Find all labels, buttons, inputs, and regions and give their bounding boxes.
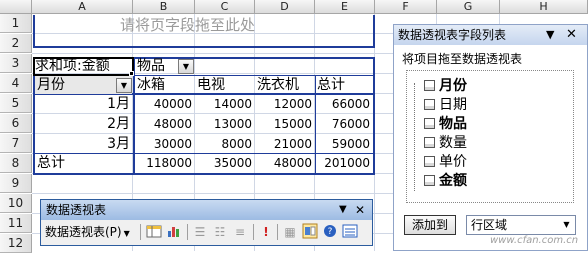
area-select-value: 行区域: [471, 218, 508, 232]
column-item-total: 总计: [317, 77, 345, 93]
row-header-10[interactable]: 10: [0, 194, 32, 213]
field-danjia[interactable]: 单价: [424, 153, 467, 171]
column-header-h[interactable]: H: [500, 0, 588, 14]
field-label: 数量: [439, 135, 467, 151]
field-checkbox-icon[interactable]: [424, 175, 435, 186]
show-field-list-icon[interactable]: [301, 223, 319, 241]
field-yuefen[interactable]: 月份: [424, 77, 467, 95]
column-item-bingxiang: 冰箱: [137, 77, 165, 93]
value-cell: 8000: [221, 137, 252, 151]
row-header-8[interactable]: 8: [0, 154, 32, 173]
row-header-4[interactable]: 4: [0, 74, 32, 93]
value-cell: 21000: [273, 137, 312, 151]
row-item-2: 2月: [107, 116, 130, 132]
add-to-button[interactable]: 添加到: [404, 215, 456, 235]
field-label: 日期: [439, 97, 467, 113]
row-header-12[interactable]: 12: [0, 234, 32, 253]
column-header-a[interactable]: A: [32, 0, 133, 14]
row-header-2[interactable]: 2: [0, 34, 32, 53]
field-label: 单价: [439, 154, 467, 170]
value-cell: 12000: [273, 97, 312, 111]
pivot-field-list-pane: 数据透视表字段列表 ▼ ✕ 将项目拖至数据透视表 月份 日期 物品 数量 单价 …: [393, 24, 588, 251]
row-header-3[interactable]: 3: [0, 54, 32, 73]
column-field-label: 物品: [137, 58, 165, 74]
pane-menu-arrow-icon[interactable]: ▼: [546, 25, 554, 45]
data-field-label: 求和项:金额: [35, 58, 110, 74]
show-detail-icon[interactable]: ☷: [211, 223, 229, 241]
close-icon[interactable]: ✕: [566, 25, 577, 45]
close-icon[interactable]: ✕: [355, 201, 365, 219]
column-item-dianshi: 电视: [197, 77, 225, 93]
chevron-down-icon[interactable]: ▼: [560, 218, 573, 232]
row-field-label: 月份: [37, 77, 65, 93]
hide-detail-icon[interactable]: ☰: [191, 223, 209, 241]
area-select[interactable]: 行区域 ▼: [466, 215, 576, 235]
value-cell: 66000: [331, 97, 370, 111]
pivot-toolbar-title[interactable]: 数据透视表: [41, 200, 372, 220]
value-cell: 59000: [331, 137, 370, 151]
page-field-hint: 请将页字段拖至此处: [120, 16, 256, 34]
field-riqi[interactable]: 日期: [424, 96, 467, 114]
tree-connector: [414, 83, 415, 191]
select-all-corner[interactable]: [0, 0, 32, 14]
field-label: 金额: [439, 173, 467, 189]
grand-total-cell: 35000: [213, 156, 252, 170]
field-checkbox-icon[interactable]: [424, 99, 435, 110]
column-header-g[interactable]: G: [437, 0, 500, 14]
row-header-11[interactable]: 11: [0, 214, 32, 233]
row-header-9[interactable]: 9: [0, 174, 32, 193]
field-list-instruction: 将项目拖至数据透视表: [402, 52, 523, 66]
value-cell: 76000: [331, 117, 370, 131]
column-header-b[interactable]: B: [133, 0, 195, 14]
grand-total-label: 总计: [37, 155, 65, 171]
refresh-data-icon[interactable]: ≡: [231, 223, 249, 241]
value-cell: 48000: [153, 117, 192, 131]
grand-total-cell: 201000: [324, 156, 370, 170]
hide-fields-icon[interactable]: [341, 223, 359, 241]
value-cell: 40000: [153, 97, 192, 111]
field-settings-icon[interactable]: ▦: [281, 223, 299, 241]
field-label: 物品: [439, 116, 467, 132]
grand-total-cell: 48000: [273, 156, 312, 170]
field-checkbox-icon[interactable]: [424, 137, 435, 148]
row-header-7[interactable]: 7: [0, 134, 32, 153]
value-cell: 30000: [153, 137, 192, 151]
row-header-6[interactable]: 6: [0, 114, 32, 133]
value-cell: 15000: [273, 117, 312, 131]
field-wupin[interactable]: 物品: [424, 115, 467, 133]
column-header-d[interactable]: D: [255, 0, 315, 14]
column-header-f[interactable]: F: [375, 0, 437, 14]
chart-wizard-icon[interactable]: [165, 223, 183, 241]
field-checkbox-icon[interactable]: [424, 80, 435, 91]
field-label: 月份: [439, 78, 467, 94]
value-cell: 14000: [213, 97, 252, 111]
include-hidden-items-icon[interactable]: !: [257, 223, 275, 241]
menu-arrow-icon: ▼: [123, 229, 130, 238]
column-header-e[interactable]: E: [315, 0, 375, 14]
pivot-properties-icon[interactable]: ?: [321, 223, 339, 241]
row-header-5[interactable]: 5: [0, 94, 32, 113]
column-field-dropdown[interactable]: ▼: [178, 59, 194, 74]
column-item-xiyiji: 洗衣机: [257, 77, 299, 93]
row-header-1[interactable]: 1: [0, 14, 32, 33]
row-item-3: 3月: [107, 136, 130, 152]
toolbar-menu-arrow-icon[interactable]: ▼: [339, 201, 347, 219]
field-list-title[interactable]: 数据透视表字段列表: [394, 25, 587, 45]
format-report-icon[interactable]: [145, 223, 163, 241]
value-cell: 13000: [213, 117, 252, 131]
field-checkbox-icon[interactable]: [424, 156, 435, 167]
row-item-1: 1月: [107, 96, 130, 112]
pivot-table-menu[interactable]: 数据透视表(P) ▼: [45, 223, 130, 241]
row-field-dropdown[interactable]: ▼: [116, 78, 132, 93]
field-checkbox-icon[interactable]: [424, 118, 435, 129]
pivot-toolbar: 数据透视表 ▼ ✕ 数据透视表(P) ▼ ☰ ☷ ≡ ! ▦ ?: [40, 199, 373, 246]
field-shuliang[interactable]: 数量: [424, 134, 467, 152]
pivot-table-menu-label: 数据透视表(P): [45, 225, 122, 239]
grand-total-cell: 118000: [146, 156, 192, 170]
field-jine[interactable]: 金额: [424, 172, 467, 190]
svg-text:?: ?: [328, 227, 333, 237]
column-header-c[interactable]: C: [195, 0, 255, 14]
watermark: www.cfan.com.cn: [490, 235, 579, 246]
